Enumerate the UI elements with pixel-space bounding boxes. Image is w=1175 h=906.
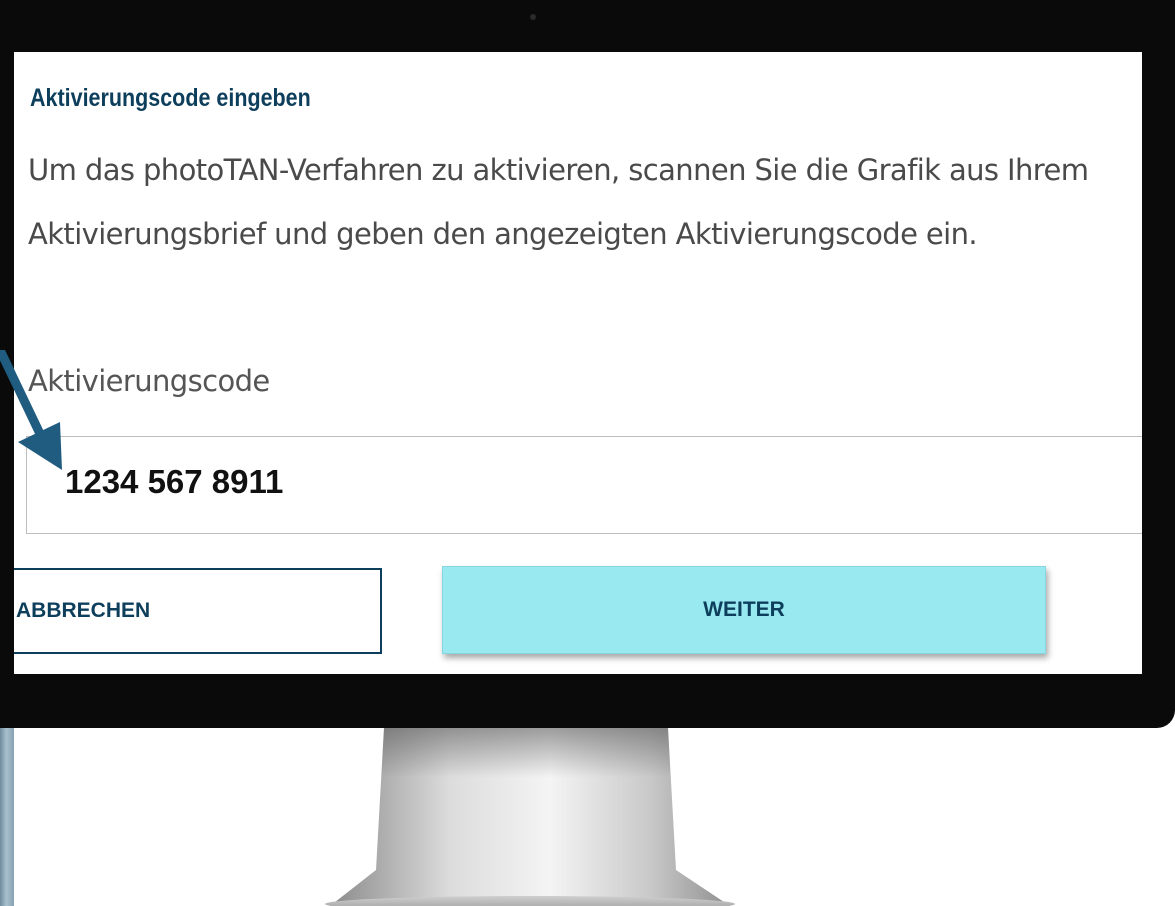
next-button[interactable]: WEITER [442,566,1046,654]
arrow-down-right-icon [0,350,62,470]
monitor-screen: Aktivierungscode eingeben Um das photoTA… [14,52,1142,674]
activation-code-value: 1234 567 8911 [65,463,284,500]
cancel-button-label: ABBRECHEN [16,599,151,622]
dialog-title: Aktivierungscode eingeben [30,84,311,112]
dialog-description: Um das photoTAN-Verfahren zu aktivieren,… [28,153,1089,251]
next-button-label: WEITER [703,598,785,621]
monitor-stand [325,728,735,906]
camera-icon [530,14,536,20]
activation-code-input[interactable]: 1234 567 8911 [26,436,1142,534]
cancel-button[interactable]: ABBRECHEN [14,568,382,654]
